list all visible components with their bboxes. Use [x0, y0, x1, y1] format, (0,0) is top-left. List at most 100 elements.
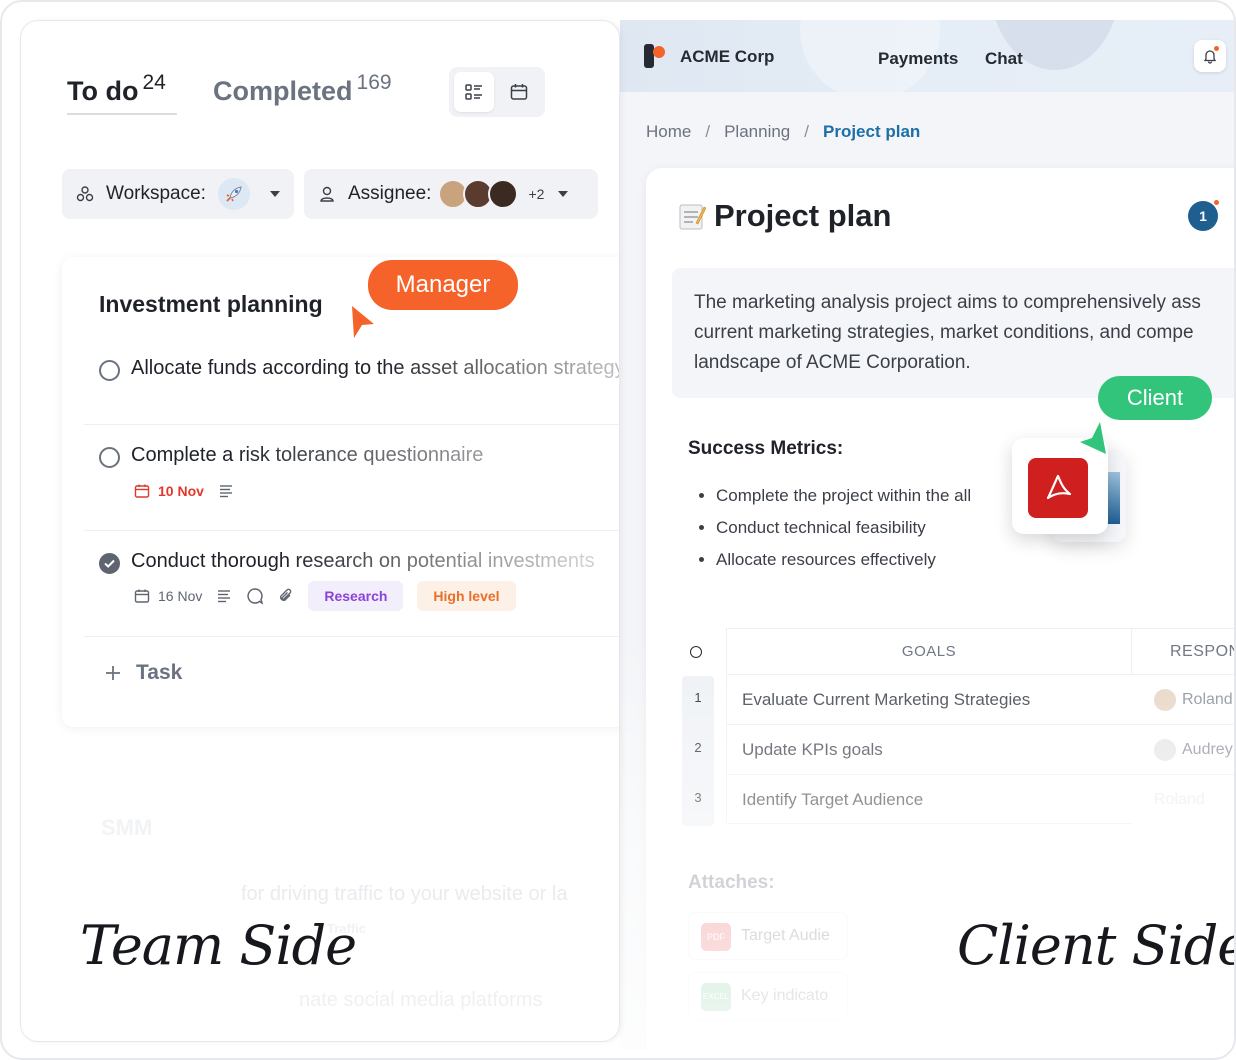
attachment-item[interactable]: PDF Target Audie — [688, 912, 848, 960]
attachments-heading: Attaches: — [688, 872, 775, 893]
list-view-button[interactable] — [454, 72, 494, 112]
assignee-filter-label: Assignee: — [348, 183, 432, 204]
assignee-avatars — [438, 179, 519, 209]
workspace-icon — [76, 186, 94, 202]
calendar-icon — [134, 484, 150, 498]
chevron-down-icon — [269, 191, 280, 197]
notification-bell-button[interactable] — [1194, 40, 1226, 72]
avatar — [488, 179, 519, 209]
cursor-pointer-icon — [1080, 422, 1106, 454]
table-cell-responsible[interactable]: Audrey — [1132, 724, 1234, 774]
table-cell-responsible[interactable]: Roland — [1132, 774, 1234, 824]
client-side-signature: Client Side — [957, 914, 1236, 977]
breadcrumb-separator: / — [804, 122, 809, 141]
task-title: Allocate funds according to the asset al… — [131, 357, 620, 379]
description-line: The marketing analysis project aims to c… — [694, 292, 1201, 313]
ghost-task-title: for driving traffic to your website or l… — [241, 883, 568, 905]
avatar — [1154, 689, 1176, 711]
view-toggle — [449, 67, 545, 117]
bell-unread-dot — [1214, 46, 1219, 51]
row-number: 1 — [694, 690, 702, 705]
responsible-name: Roland — [1182, 691, 1233, 708]
task-meta: 10 Nov — [134, 483, 234, 499]
tab-completed[interactable]: Completed 169 — [213, 71, 392, 107]
tag-research[interactable]: Research — [308, 581, 404, 611]
task-title: Complete a risk tolerance questionnaire — [131, 444, 484, 466]
task-checkbox[interactable] — [99, 360, 120, 381]
tab-completed-count: 169 — [356, 71, 392, 94]
ghost-task-group-title: SMM — [101, 815, 153, 840]
row-number: 3 — [694, 790, 702, 805]
task-item[interactable]: Allocate funds according to the asset al… — [84, 337, 620, 425]
success-metrics-heading: Success Metrics: — [688, 438, 844, 459]
task-group-title: Investment planning — [99, 291, 323, 317]
tag-high-level[interactable]: High level — [417, 581, 516, 611]
manager-role-badge: Manager — [368, 260, 518, 310]
row-number: 2 — [694, 740, 702, 755]
tab-todo[interactable]: To do 24 — [67, 71, 166, 107]
breadcrumb-home[interactable]: Home — [646, 122, 691, 142]
pdf-file-icon: PDF — [701, 923, 731, 951]
chevron-down-icon — [558, 191, 569, 197]
breadcrumb-current: Project plan — [823, 122, 921, 141]
active-tab-underline — [67, 113, 177, 115]
notification-count: 1 — [1199, 208, 1207, 224]
due-date[interactable]: 10 Nov — [134, 483, 204, 499]
due-date-text: 10 Nov — [158, 483, 204, 499]
attachment-item[interactable]: EXCEL Key indicato — [688, 972, 848, 1020]
description-line: current marketing strategies, market con… — [694, 322, 1194, 343]
calendar-icon — [134, 589, 150, 603]
notification-count-badge[interactable]: 1 — [1188, 199, 1220, 231]
ghost-task-title: nate social media platforms — [299, 989, 543, 1011]
calendar-view-button[interactable] — [499, 72, 539, 112]
unread-dot — [1213, 199, 1220, 206]
attachment-icon[interactable] — [278, 588, 294, 604]
calendar-icon — [510, 84, 528, 100]
nav-payments[interactable]: Payments — [878, 49, 958, 69]
avatar — [1154, 739, 1176, 761]
success-metrics-list: Complete the project within the all Cond… — [716, 484, 971, 580]
workspace-filter[interactable]: Workspace: — [62, 169, 294, 219]
client-panel: ACME Corp Payments Chat Home / Planning … — [620, 20, 1234, 1050]
tab-completed-label: Completed — [213, 76, 353, 106]
team-side-signature: Team Side — [80, 914, 357, 977]
task-checkbox-checked[interactable] — [99, 553, 120, 574]
responsible-name: Audrey — [1182, 741, 1233, 758]
goals-column-header[interactable]: GOALS — [726, 628, 1132, 674]
more-assignees-count: +2 — [528, 186, 545, 202]
add-task-label: Task — [136, 661, 183, 684]
table-cell-goal[interactable]: Identify Target Audience — [726, 774, 1132, 824]
metric-item: Conduct technical feasibility — [716, 516, 971, 548]
cursor-pointer-icon — [352, 306, 374, 338]
responsible-column-header[interactable]: RESPON — [1132, 628, 1234, 674]
check-icon — [104, 559, 115, 568]
team-panel: To do 24 Completed 169 Workspace: Assignee… — [20, 20, 620, 1042]
comment-icon[interactable] — [246, 587, 264, 605]
company-name: ACME Corp — [680, 47, 775, 66]
breadcrumb: Home / Planning / Project plan — [646, 122, 920, 142]
row-number-column: 1 2 3 — [682, 676, 714, 826]
task-checkbox[interactable] — [99, 447, 120, 468]
attachment-name: Target Audie — [741, 927, 830, 944]
breadcrumb-separator: / — [705, 122, 711, 141]
table-cell-goal[interactable]: Update KPIs goals — [726, 724, 1132, 774]
workspace-filter-label: Workspace: — [106, 183, 206, 204]
due-date[interactable]: 16 Nov — [134, 588, 202, 604]
page-title: Project plan — [678, 198, 891, 234]
company-logo-icon[interactable] — [644, 44, 666, 68]
task-item[interactable]: Conduct thorough research on potential i… — [84, 531, 619, 637]
assignee-filter[interactable]: Assignee: +2 — [304, 169, 598, 219]
client-header: ACME Corp Payments Chat — [620, 20, 1234, 92]
client-role-badge: Client — [1098, 376, 1212, 420]
nav-chat[interactable]: Chat — [985, 49, 1023, 69]
table-cell-responsible[interactable]: Roland — [1132, 674, 1234, 724]
add-task-button[interactable]: Task — [104, 661, 182, 685]
select-all-radio[interactable] — [690, 646, 702, 658]
tab-todo-label: To do — [67, 76, 139, 106]
breadcrumb-planning[interactable]: Planning — [724, 122, 790, 142]
attachment-name: Key indicato — [741, 987, 829, 1004]
app-frame: ACME Corp Payments Chat Home / Planning … — [0, 0, 1236, 1060]
table-cell-goal[interactable]: Evaluate Current Marketing Strategies — [726, 674, 1132, 724]
task-title: Conduct thorough research on potential i… — [131, 550, 595, 572]
task-item[interactable]: Complete a risk tolerance questionnaire … — [84, 425, 619, 531]
